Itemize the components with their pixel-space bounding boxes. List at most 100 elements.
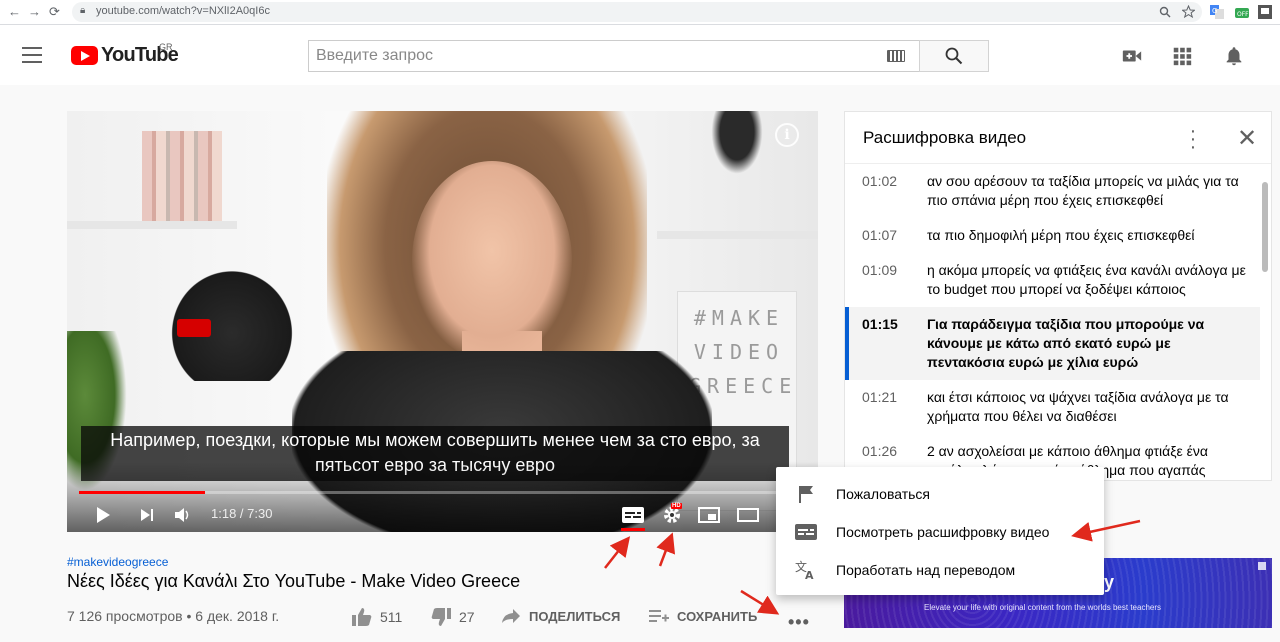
forward-icon[interactable]: →: [28, 4, 41, 19]
video-shelf: [67, 221, 237, 229]
search-button[interactable]: [919, 40, 989, 72]
transcript-segment[interactable]: 01:15 Για παράδειγμα ταξίδια που μπορούμε…: [845, 307, 1260, 380]
play-button[interactable]: [93, 504, 113, 526]
transcript-panel: Расшифровка видео · · · ✕ 01:02 αν σου αρέσ…: [844, 111, 1272, 481]
share-button[interactable]: ПОДЕЛИТЬСЯ: [501, 608, 620, 624]
play-icon: [97, 507, 110, 523]
browser-toolbar: ← → ⟳ 🔒︎ youtube.com/watch?v=NXlI2A0qI6c…: [0, 0, 1280, 25]
close-icon[interactable]: ✕: [1237, 124, 1257, 153]
next-icon: [141, 509, 153, 521]
apps-grid-icon[interactable]: [1171, 45, 1193, 67]
menu-item-label: Поработать над переводом: [836, 562, 1016, 578]
bookmark-star-icon[interactable]: [1182, 5, 1195, 18]
segment-text: η ακόμα μπορείς να φτιάξεις ένα κανάλι α…: [927, 262, 1246, 297]
address-bar[interactable]: 🔒︎ youtube.com/watch?v=NXlI2A0qI6c: [72, 2, 1202, 22]
hd-badge: HD: [671, 503, 682, 509]
transcript-scrollbar[interactable]: [1262, 182, 1268, 272]
caption-line: Например, поездки, которые мы можем сове…: [110, 430, 760, 450]
annotation-arrow: [604, 536, 631, 569]
segment-text: τα πιο δημοφιλή μέρη που έχεις επισκεφθε…: [927, 227, 1195, 243]
notifications-bell-icon[interactable]: [1223, 45, 1245, 67]
video-bookshelf: [142, 131, 222, 221]
segment-text: και έτσι κάποιος να ψάχνει ταξίδια ανάλο…: [927, 389, 1229, 424]
ad-choices-icon[interactable]: [1258, 562, 1266, 570]
menu-icon[interactable]: [22, 47, 42, 63]
segment-timestamp: 01:07: [862, 227, 898, 243]
translate-icon: 文A: [795, 560, 814, 580]
progress-bar-played: [79, 491, 205, 494]
annotation-arrow: [656, 532, 676, 567]
segment-timestamp: 01:02: [862, 173, 898, 189]
save-button[interactable]: СОХРАНИТЬ: [649, 608, 757, 624]
lock-icon: 🔒︎: [80, 5, 86, 16]
menu-item-translate[interactable]: 文A Поработать над переводом: [776, 551, 1104, 589]
share-icon: [502, 609, 520, 623]
transcript-title: Расшифровка видео: [863, 128, 1027, 147]
volume-icon: [175, 508, 189, 522]
video-cap-logo: [177, 319, 211, 337]
extension-icon-2[interactable]: [1258, 5, 1272, 19]
transcript-segment[interactable]: 01:09 η ακόμα μπορείς να φτιάξεις ένα καν…: [845, 253, 1260, 307]
menu-item-open-transcript[interactable]: Посмотреть расшифровку видео: [776, 513, 1104, 551]
time-display: 1:18 / 7:30: [211, 506, 273, 521]
video-person-face: [412, 161, 572, 361]
video-title: Νέες Ιδέες για Κανάλι Στο YouTube - Make…: [67, 571, 521, 591]
transcript-list: 01:02 αν σου αρέσουν τα ταξίδια μπορείς ν…: [845, 164, 1260, 480]
transcript-segment[interactable]: 01:21 και έτσι κάποιος να ψάχνει ταξίδια …: [845, 380, 1260, 434]
extension-icon[interactable]: OFF: [1234, 4, 1250, 20]
reload-icon[interactable]: ⟳: [49, 4, 60, 20]
more-actions-menu: Пожаловаться Посмотреть расшифровку виде…: [776, 467, 1104, 595]
more-actions-button[interactable]: •••: [788, 612, 810, 633]
svg-text:OFF: OFF: [1237, 11, 1249, 18]
svg-text:G: G: [1212, 7, 1217, 15]
save-label: СОХРАНИТЬ: [677, 608, 758, 624]
theater-icon: [737, 508, 759, 522]
country-code: GR: [159, 42, 173, 52]
video-tripod: [707, 111, 767, 181]
zoom-icon[interactable]: [1159, 6, 1171, 18]
search-icon: [945, 47, 963, 65]
video-shelf-right: [657, 231, 818, 239]
segment-timestamp: 01:09: [862, 262, 898, 278]
search-input[interactable]: [309, 41, 869, 71]
info-card-icon[interactable]: i: [775, 123, 799, 147]
segment-timestamp: 01:21: [862, 389, 898, 405]
transcript-segment[interactable]: 01:02 αν σου αρέσουν τα ταξίδια μπορείς ν…: [845, 164, 1260, 218]
miniplayer-icon: [698, 507, 720, 523]
subtitles-active-indicator: [621, 528, 645, 531]
menu-item-label: Посмотреть расшифровку видео: [836, 524, 1050, 540]
miniplayer-button[interactable]: [697, 504, 721, 526]
keyboard-icon[interactable]: [887, 50, 905, 62]
create-video-icon[interactable]: [1121, 45, 1143, 67]
hashtag-link[interactable]: #makevideogreece: [67, 555, 168, 569]
svg-text:A: A: [805, 569, 814, 580]
youtube-play-icon: [71, 46, 98, 65]
masthead: YouTube GR: [0, 25, 1280, 85]
volume-button[interactable]: [172, 504, 194, 526]
next-button[interactable]: [137, 504, 157, 526]
menu-item-report[interactable]: Пожаловаться: [776, 475, 1104, 513]
ad-subtext: Elevate your life with original content …: [924, 603, 1162, 612]
transcript-icon: [795, 524, 817, 540]
video-player[interactable]: #MAKE VIDEO GREECE i Например, поездки, …: [67, 111, 818, 532]
thumbs-up-icon: [352, 608, 372, 626]
search-box: [308, 40, 920, 72]
video-meta: 7 126 просмотров • 6 дек. 2018 г.: [67, 608, 280, 624]
translate-extension-icon[interactable]: G: [1210, 5, 1224, 19]
menu-item-label: Пожаловаться: [836, 486, 931, 502]
subtitles-icon: [622, 507, 644, 523]
transcript-segment[interactable]: 01:07 τα πιο δημοφιλή μέρη που έχεις επισ…: [845, 218, 1260, 253]
dislike-button[interactable]: 27: [431, 608, 475, 626]
flag-icon: [799, 486, 813, 503]
segment-timestamp: 01:15: [862, 316, 898, 332]
progress-bar[interactable]: [79, 491, 806, 494]
more-options-icon[interactable]: · · ·: [1188, 121, 1198, 157]
like-button[interactable]: 511: [352, 608, 402, 626]
transcript-header: Расшифровка видео · · · ✕: [845, 112, 1271, 164]
subtitles-button[interactable]: [621, 504, 645, 526]
address-url[interactable]: youtube.com/watch?v=NXlI2A0qI6c: [96, 5, 270, 17]
back-icon[interactable]: ←: [8, 4, 21, 19]
thumbs-down-icon: [431, 608, 451, 626]
like-count: 511: [380, 609, 403, 625]
theater-mode-button[interactable]: [736, 504, 760, 526]
